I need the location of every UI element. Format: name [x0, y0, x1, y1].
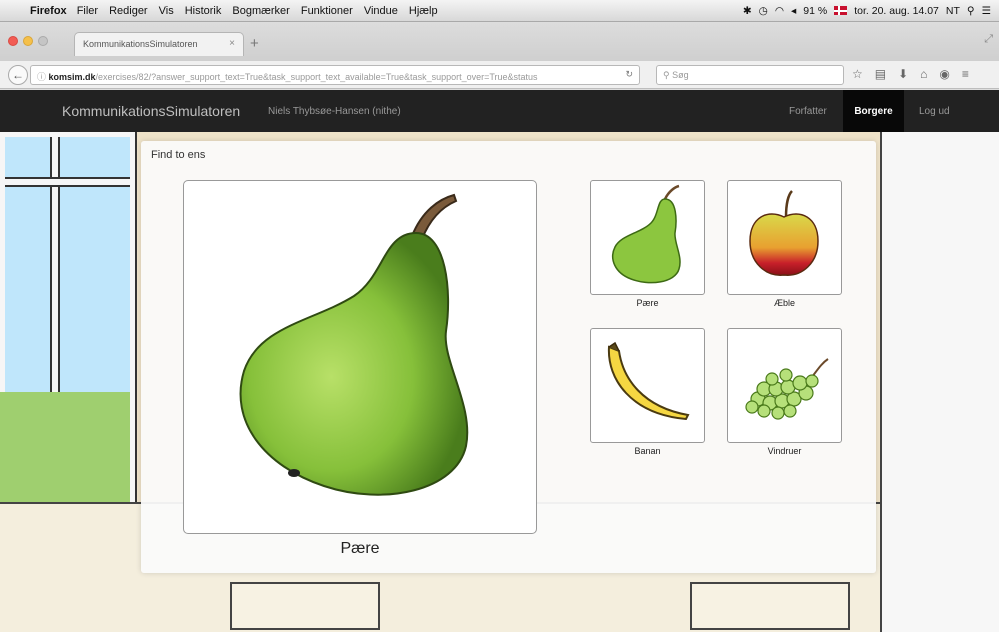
banana-image	[607, 341, 690, 421]
target-pear-image	[239, 193, 469, 496]
menu-vindue[interactable]: Vindue	[364, 5, 398, 17]
scene-fridge	[880, 132, 999, 632]
nav-logout[interactable]: Log ud	[919, 106, 950, 117]
scene-garden	[0, 392, 130, 512]
target-label: Pære	[340, 540, 380, 557]
back-button[interactable]: ←	[8, 65, 28, 85]
app-brand[interactable]: KommunikationsSimulatoren	[62, 103, 240, 119]
search-input[interactable]: ⚲ Søg	[656, 65, 844, 85]
pear-image	[611, 184, 681, 284]
notification-center-icon[interactable]: ☰	[982, 5, 991, 17]
option-label-banana: Banan	[634, 446, 661, 456]
current-user[interactable]: Niels Thybsøe-Hansen (nithe)	[268, 106, 401, 117]
window-zoom-button[interactable]	[38, 36, 48, 46]
bluetooth-icon[interactable]: ✱	[743, 5, 752, 17]
option-label-pear: Pære	[636, 298, 659, 308]
window-minimize-button[interactable]	[23, 36, 33, 46]
url-host: komsim.dk	[48, 72, 96, 82]
menu-hjaelp[interactable]: Hjælp	[409, 5, 438, 17]
search-placeholder: Søg	[672, 70, 689, 80]
menu-funktioner[interactable]: Funktioner	[301, 5, 353, 17]
clock-icon[interactable]: ◷	[759, 5, 768, 17]
danish-flag-icon[interactable]	[834, 6, 848, 15]
home-icon[interactable]: ⌂	[920, 67, 927, 81]
target-card	[183, 180, 537, 534]
tab-title: KommunikationsSimulatoren	[83, 39, 198, 49]
nav-borgere[interactable]: Borgere	[843, 90, 904, 132]
volume-icon[interactable]: ◂	[791, 5, 796, 17]
grapes-image	[745, 358, 829, 420]
url-bar[interactable]: ⓘ komsim.dk/exercises/82/?answer_support…	[30, 65, 640, 85]
menu-historik[interactable]: Historik	[185, 5, 222, 17]
browser-navbar: ← ⓘ komsim.dk/exercises/82/?answer_suppo…	[0, 61, 999, 89]
search-icon: ⚲	[663, 70, 673, 80]
option-card-banana[interactable]	[590, 328, 705, 443]
reading-list-icon[interactable]: ▤	[875, 67, 886, 81]
new-tab-button[interactable]: +	[250, 35, 259, 52]
menu-app-name[interactable]: Firefox	[30, 5, 67, 17]
option-card-apple[interactable]	[727, 180, 842, 295]
menu-rediger[interactable]: Rediger	[109, 5, 148, 17]
mac-menubar: Firefox Filer Rediger Vis Historik Bogmæ…	[0, 0, 999, 22]
user-initials[interactable]: NT	[946, 5, 960, 17]
browser-tabstrip: KommunikationsSimulatoren × + ⤢	[0, 23, 999, 61]
reload-icon[interactable]: ↻	[625, 69, 633, 80]
menubar-status-area: ✱ ◷ ◠ ◂ 91 % tor. 20. aug. 14.07 NT ⚲ ☰	[743, 5, 999, 17]
app-header: KommunikationsSimulatoren Niels Thybsøe-…	[0, 90, 999, 132]
window-controls	[8, 36, 48, 46]
url-path: /exercises/82/?answer_support_text=True&…	[95, 72, 538, 82]
window-close-button[interactable]	[8, 36, 18, 46]
battery-label[interactable]: 91 %	[803, 5, 827, 17]
window-fullscreen-icon[interactable]: ⤢	[984, 33, 993, 46]
apple-image	[749, 190, 819, 276]
browser-tab[interactable]: KommunikationsSimulatoren ×	[74, 32, 244, 56]
menu-bogmaerker[interactable]: Bogmærker	[232, 5, 289, 17]
pocket-icon[interactable]: ◉	[939, 67, 949, 81]
scene-drawer	[230, 582, 380, 630]
wifi-icon[interactable]: ◠	[775, 5, 784, 17]
nav-forfatter[interactable]: Forfatter	[789, 106, 827, 117]
hamburger-menu-icon[interactable]: ≡	[962, 67, 969, 81]
datetime-label[interactable]: tor. 20. aug. 14.07	[854, 5, 939, 17]
site-info-icon[interactable]: ⓘ	[37, 72, 49, 82]
toolbar-icons: ☆ ▤ ⬇ ⌂ ◉ ≡	[852, 67, 969, 81]
option-card-grapes[interactable]	[727, 328, 842, 443]
option-label-apple: Æble	[773, 298, 795, 308]
menu-filer[interactable]: Filer	[77, 5, 98, 17]
menu-vis[interactable]: Vis	[159, 5, 174, 17]
spotlight-search-icon[interactable]: ⚲	[967, 5, 975, 17]
bookmark-star-icon[interactable]: ☆	[852, 67, 863, 81]
option-label-grapes: Vindruer	[767, 446, 802, 456]
scene-drawer	[690, 582, 850, 630]
download-icon[interactable]: ⬇	[898, 67, 908, 81]
option-card-pear[interactable]	[590, 180, 705, 295]
exercise-modal: Find to ens Pære Pære Æble Banan Vindrue…	[141, 141, 876, 573]
exercise-title: Find to ens	[151, 149, 206, 161]
tab-close-icon[interactable]: ×	[229, 38, 235, 49]
